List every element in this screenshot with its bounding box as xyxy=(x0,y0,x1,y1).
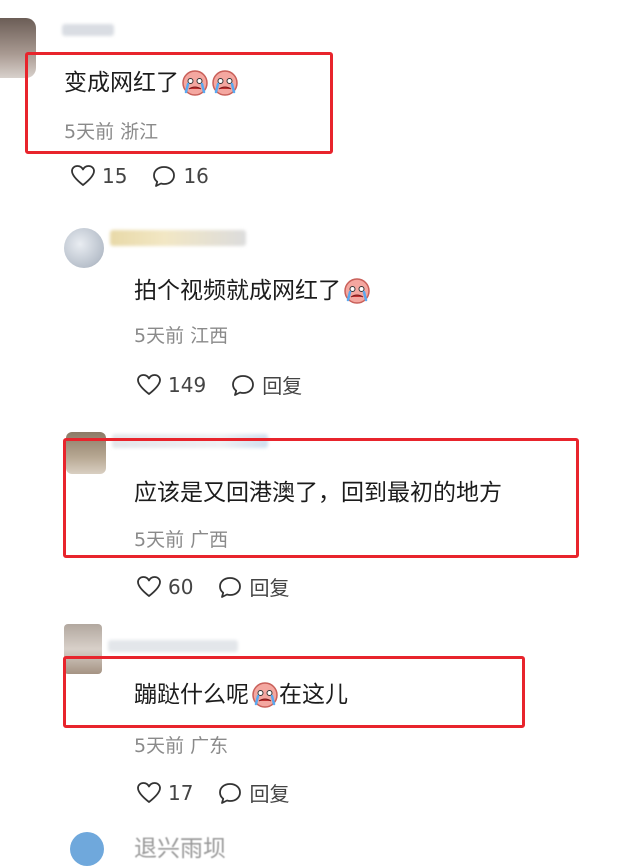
crying-emoji-icon xyxy=(212,70,238,96)
like-button[interactable]: 149 xyxy=(136,373,206,397)
comment-meta: 5天前 广东 xyxy=(134,734,234,758)
crying-emoji-icon xyxy=(182,70,208,96)
heart-icon xyxy=(137,781,161,803)
comment-actions: 17 回复 xyxy=(136,778,313,807)
comment-bubble-icon xyxy=(153,166,176,187)
reply-label: 回复 xyxy=(249,782,290,806)
comment-bubble-icon xyxy=(219,782,242,804)
username-blurred[interactable] xyxy=(62,24,114,36)
reply-label: 回复 xyxy=(249,576,290,600)
reply-button[interactable]: 16 xyxy=(151,164,209,188)
like-button[interactable]: 60 xyxy=(136,575,193,599)
reply-count: 16 xyxy=(183,164,209,188)
like-count: 17 xyxy=(168,780,194,805)
username-blurred[interactable] xyxy=(108,640,238,652)
comment-text: 拍个视频就成网红了 xyxy=(134,276,371,306)
comment-actions: 60 回复 xyxy=(136,572,313,601)
timestamp: 5天前 xyxy=(134,325,185,347)
comment-meta: 5天前 广西 xyxy=(134,528,234,552)
like-button[interactable]: 15 xyxy=(70,164,127,188)
crying-emoji-icon xyxy=(344,278,370,304)
like-count: 15 xyxy=(102,164,128,188)
avatar[interactable] xyxy=(64,228,104,268)
like-button[interactable]: 17 xyxy=(136,781,193,805)
username-blurred[interactable] xyxy=(110,230,246,246)
comment-text: 蹦跶什么呢 在这儿 xyxy=(134,682,348,708)
heart-icon xyxy=(71,165,95,186)
comment-bubble-icon xyxy=(219,576,242,598)
heart-icon xyxy=(137,373,161,395)
like-count: 60 xyxy=(168,574,194,599)
comment-meta: 5天前 江西 xyxy=(134,324,234,348)
comment-meta: 5天前 浙江 xyxy=(64,120,164,144)
comment-text-partial: 退兴雨坝 xyxy=(134,836,226,862)
avatar[interactable] xyxy=(70,832,104,866)
location: 浙江 xyxy=(120,121,159,143)
timestamp: 5天前 xyxy=(134,529,185,551)
reply-label: 回复 xyxy=(262,374,303,398)
reply-button[interactable]: 回复 xyxy=(217,778,289,807)
heart-icon xyxy=(137,575,161,597)
timestamp: 5天前 xyxy=(134,735,185,757)
comment-bubble-icon xyxy=(232,374,255,396)
comment-text: 应该是又回港澳了，回到最初的地方 xyxy=(134,480,502,506)
timestamp: 5天前 xyxy=(64,121,115,143)
location: 广西 xyxy=(190,529,229,551)
location: 江西 xyxy=(190,325,229,347)
reply-button[interactable]: 回复 xyxy=(230,370,302,399)
comment-text: 变成网红了 xyxy=(64,68,239,98)
comment-actions: 15 16 xyxy=(70,164,233,188)
reply-button[interactable]: 回复 xyxy=(217,572,289,601)
location: 广东 xyxy=(190,735,229,757)
comment-actions: 149 回复 xyxy=(136,370,326,399)
crying-emoji-icon xyxy=(252,682,278,708)
like-count: 149 xyxy=(168,372,207,397)
